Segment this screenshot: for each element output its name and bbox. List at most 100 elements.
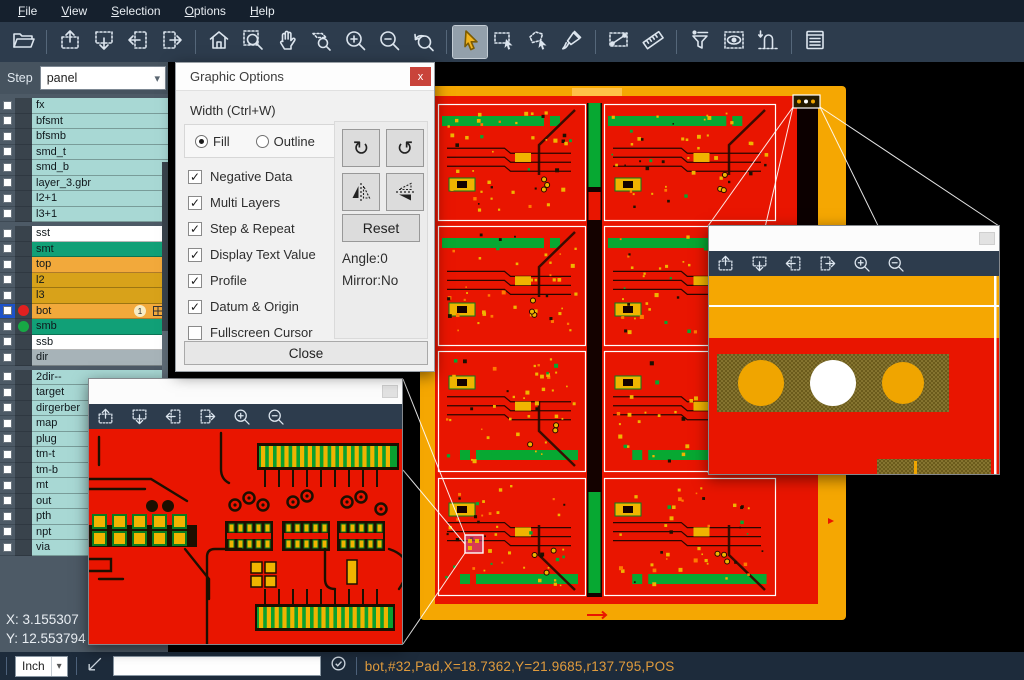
pan-left-button[interactable]	[121, 26, 155, 58]
checkbox-negative-data[interactable]: ✓Negative Data	[188, 169, 292, 184]
layer-visibility-checkbox[interactable]	[0, 160, 15, 176]
measure-button[interactable]	[602, 26, 636, 58]
zoom-object-button[interactable]	[304, 26, 338, 58]
layer-visibility-checkbox[interactable]	[0, 145, 15, 161]
layer-visibility-checkbox[interactable]	[0, 226, 15, 242]
angle-measure-icon[interactable]	[85, 654, 105, 679]
layer-visibility-checkbox[interactable]	[0, 129, 15, 145]
menu-help[interactable]: Help	[240, 2, 285, 20]
layer-row-smd_b[interactable]: smd_b	[0, 160, 168, 176]
layer-visibility-checkbox[interactable]	[0, 540, 15, 556]
zoom-out-button[interactable]	[372, 26, 406, 58]
layer-color-indicator[interactable]	[15, 350, 32, 366]
layer-visibility-checkbox[interactable]	[0, 370, 15, 386]
layer-visibility-checkbox[interactable]	[0, 494, 15, 510]
pan-right-button[interactable]	[197, 407, 217, 427]
layer-visibility-checkbox[interactable]	[0, 257, 15, 273]
close-button[interactable]: Close	[184, 341, 428, 365]
radio-fill[interactable]: Fill	[195, 134, 230, 149]
confirm-circle-icon[interactable]	[329, 654, 348, 678]
layer-visibility-checkbox[interactable]	[0, 416, 15, 432]
layer-row-l3[interactable]: l3	[0, 288, 168, 304]
reset-button[interactable]: Reset	[342, 214, 420, 242]
pan-up-button[interactable]	[715, 254, 735, 274]
checkbox-step-repeat[interactable]: ✓Step & Repeat	[188, 221, 295, 236]
layer-color-indicator[interactable]	[15, 416, 32, 432]
layer-color-indicator[interactable]	[15, 176, 32, 192]
layer-visibility-checkbox[interactable]	[0, 191, 15, 207]
layer-color-indicator[interactable]	[15, 98, 32, 114]
layer-visibility-checkbox[interactable]	[0, 207, 15, 223]
layer-visibility-checkbox[interactable]	[0, 401, 15, 417]
pan-left-button[interactable]	[783, 254, 803, 274]
layer-color-indicator[interactable]	[15, 401, 32, 417]
layer-visibility-checkbox[interactable]	[0, 273, 15, 289]
layer-visibility-checkbox[interactable]	[0, 432, 15, 448]
layer-color-indicator[interactable]	[15, 257, 32, 273]
checkbox-display-text-value[interactable]: ✓Display Text Value	[188, 247, 316, 262]
layer-visibility-checkbox[interactable]	[0, 304, 15, 320]
layer-color-indicator[interactable]	[15, 114, 32, 130]
layer-row-l2+1[interactable]: l2+1	[0, 191, 168, 207]
rotate-cw-button[interactable]: ↻	[342, 129, 380, 167]
layer-visibility-checkbox[interactable]	[0, 335, 15, 351]
layer-color-indicator[interactable]	[15, 129, 32, 145]
step-select[interactable]: panel ▾	[40, 66, 166, 90]
layer-color-indicator[interactable]	[15, 509, 32, 525]
pan-down-button[interactable]	[87, 26, 121, 58]
layer-color-indicator[interactable]	[15, 207, 32, 223]
magnifier-view[interactable]	[89, 429, 402, 644]
zoom-out-button[interactable]	[265, 407, 285, 427]
layer-color-indicator[interactable]	[15, 191, 32, 207]
layer-color-indicator[interactable]	[15, 160, 32, 176]
snap-button[interactable]	[751, 26, 785, 58]
layer-color-indicator[interactable]	[15, 370, 32, 386]
layer-color-indicator[interactable]	[15, 494, 32, 510]
layer-color-indicator[interactable]	[15, 226, 32, 242]
dialog-title-bar[interactable]: Graphic Options x	[176, 63, 434, 91]
zoom-out-button[interactable]	[885, 254, 905, 274]
zoom-in-button[interactable]	[851, 254, 871, 274]
layer-visibility-checkbox[interactable]	[0, 463, 15, 479]
layers-list-button[interactable]	[798, 26, 832, 58]
magnifier-title-bar[interactable]	[709, 226, 999, 251]
layer-visibility-checkbox[interactable]	[0, 319, 15, 335]
menu-file[interactable]: File	[8, 2, 47, 20]
zoom-window-button[interactable]	[236, 26, 270, 58]
magnifier-title-bar[interactable]	[89, 379, 402, 404]
layer-row-smd_t[interactable]: smd_t	[0, 145, 168, 161]
select-button[interactable]	[453, 26, 487, 58]
layer-row-l2[interactable]: l2	[0, 273, 168, 289]
magnifier-view[interactable]	[709, 276, 999, 474]
layer-visibility-checkbox[interactable]	[0, 478, 15, 494]
menu-selection[interactable]: Selection	[101, 2, 170, 20]
layer-color-indicator[interactable]	[15, 242, 32, 258]
layer-color-indicator[interactable]	[15, 288, 32, 304]
layer-row-smb[interactable]: smb	[0, 319, 168, 335]
flip-horizontal-button[interactable]	[342, 173, 380, 211]
layer-visibility-checkbox[interactable]	[0, 385, 15, 401]
rotate-ccw-button[interactable]: ↺	[386, 129, 424, 167]
flip-vertical-button[interactable]	[386, 173, 424, 211]
layer-row-ssb[interactable]: ssb	[0, 335, 168, 351]
layer-color-indicator[interactable]	[15, 335, 32, 351]
layer-color-indicator[interactable]	[15, 385, 32, 401]
menu-view[interactable]: View	[51, 2, 97, 20]
layer-visibility-checkbox[interactable]	[0, 114, 15, 130]
window-menu-button[interactable]	[979, 232, 995, 245]
poly-select-button[interactable]	[521, 26, 555, 58]
checkbox-datum-origin[interactable]: ✓Datum & Origin	[188, 299, 299, 314]
zoom-in-button[interactable]	[338, 26, 372, 58]
pan-down-button[interactable]	[129, 407, 149, 427]
layer-row-dir[interactable]: dir	[0, 350, 168, 366]
layer-visibility-checkbox[interactable]	[0, 98, 15, 114]
layer-color-indicator[interactable]	[15, 478, 32, 494]
layer-row-fx[interactable]: fx	[0, 98, 168, 114]
layer-row-bfsmb[interactable]: bfsmb	[0, 129, 168, 145]
layer-color-indicator[interactable]	[15, 432, 32, 448]
pan-up-button[interactable]	[95, 407, 115, 427]
layer-color-indicator[interactable]	[15, 540, 32, 556]
layer-row-bot[interactable]: bot1	[0, 304, 168, 320]
layer-visibility-checkbox[interactable]	[0, 288, 15, 304]
layer-row-smt[interactable]: smt	[0, 242, 168, 258]
